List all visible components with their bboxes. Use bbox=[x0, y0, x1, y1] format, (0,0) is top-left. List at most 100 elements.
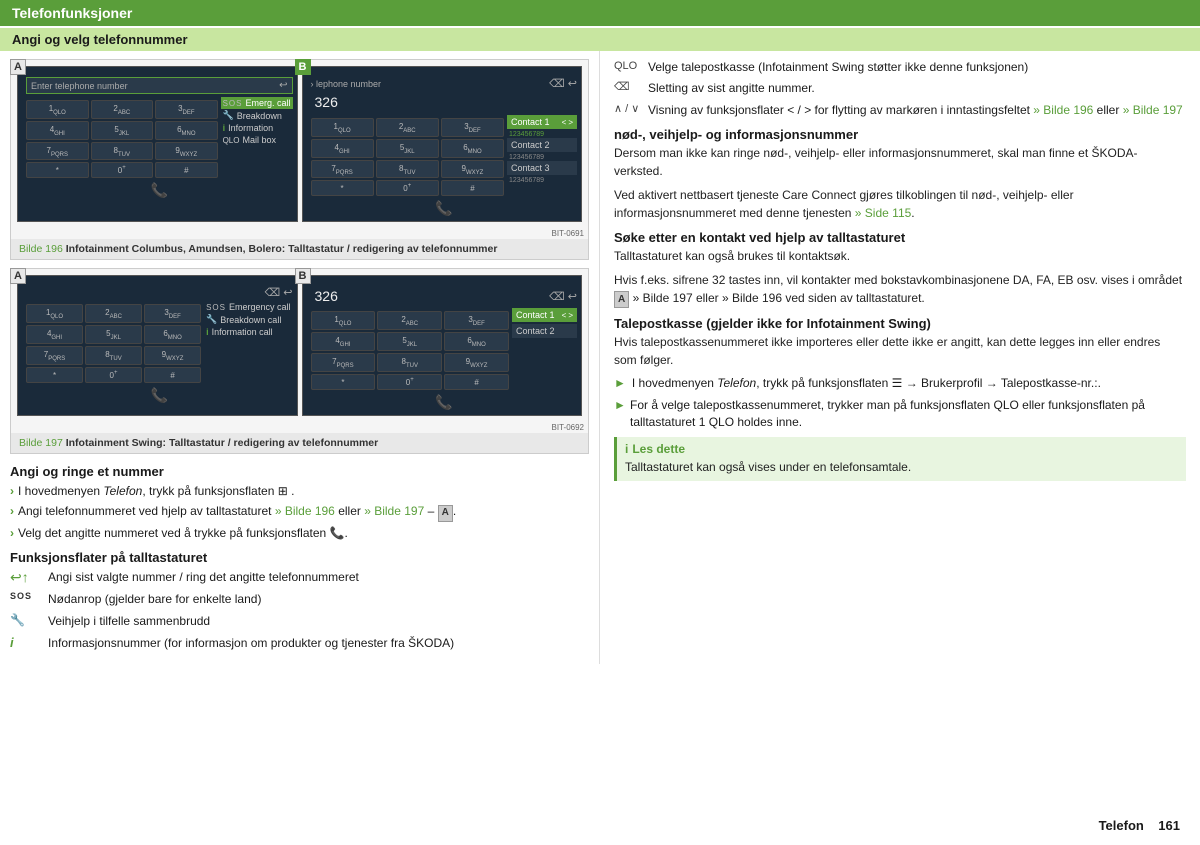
contact-1-197[interactable]: Contact 1 < > bbox=[512, 308, 577, 322]
func-item-call: ↩↑ Angi sist valgte nummer / ring det an… bbox=[10, 569, 589, 586]
sos-icon-197: SOS bbox=[206, 303, 226, 312]
menu-breakdown[interactable]: 🔧 Breakdown bbox=[221, 109, 293, 122]
key-197-b-star[interactable]: * bbox=[311, 374, 376, 390]
key-b-4[interactable]: 4GHI bbox=[311, 139, 374, 158]
key-hash[interactable]: # bbox=[155, 162, 218, 178]
key-197-b-3[interactable]: 3DEF bbox=[444, 311, 509, 330]
key-197-a-1[interactable]: 1QLO bbox=[26, 304, 83, 323]
key-197-b-6[interactable]: 6MNO bbox=[444, 332, 509, 351]
key-197-b-7[interactable]: 7PQRS bbox=[311, 353, 376, 372]
link-197-arrow[interactable]: » Bilde 197 bbox=[1123, 103, 1183, 117]
caption-197-bold: Infotainment Swing: Talltastatur / redig… bbox=[66, 437, 379, 449]
link-196-arrow[interactable]: » Bilde 196 bbox=[1033, 103, 1093, 117]
delete-sym: ⌫ bbox=[614, 80, 642, 96]
contact-2[interactable]: Contact 2 bbox=[507, 138, 577, 152]
panel-b-197-label: B bbox=[295, 268, 311, 284]
key-197-b-0[interactable]: 0+ bbox=[377, 374, 442, 390]
key-b-3[interactable]: 3DEF bbox=[441, 118, 504, 137]
key-197-b-2[interactable]: 2ABC bbox=[377, 311, 442, 330]
key-b-2[interactable]: 2ABC bbox=[376, 118, 439, 137]
telefon-italic-2: Telefon bbox=[717, 376, 756, 390]
key-197-a-2[interactable]: 2ABC bbox=[85, 304, 142, 323]
voicemail-icon: QLO bbox=[223, 136, 240, 145]
key-197-b-4[interactable]: 4GHI bbox=[311, 332, 376, 351]
key-b-6[interactable]: 6MNO bbox=[441, 139, 504, 158]
key-197-a-8[interactable]: 8TUV bbox=[85, 346, 142, 365]
key-197-a-6[interactable]: 6MNO bbox=[144, 325, 201, 344]
key-5[interactable]: 5JKL bbox=[91, 121, 154, 140]
number-display-b: 326 bbox=[311, 92, 578, 112]
menu-mailbox[interactable]: QLO Mail box bbox=[221, 134, 293, 146]
call-button-a[interactable]: 📞 bbox=[151, 182, 168, 199]
info-icon: i bbox=[223, 123, 226, 133]
menu-emerg-197[interactable]: SOS Emergency call bbox=[204, 301, 292, 313]
func-text-sos: Nødanrop (gjelder bare for enkelte land) bbox=[48, 591, 261, 608]
delete-btn-b[interactable]: ⌫ ↩ bbox=[549, 77, 577, 90]
call-button-a-197[interactable]: 📞 bbox=[151, 387, 168, 404]
talepost-item-1: ► I hovedmenyen Telefon, trykk på funksj… bbox=[614, 375, 1186, 392]
key-b-0[interactable]: 0+ bbox=[376, 180, 439, 196]
key-197-a-7[interactable]: 7PQRS bbox=[26, 346, 83, 365]
link-196-2[interactable]: » Bilde 196 bbox=[275, 504, 335, 518]
key-197-a-3[interactable]: 3DEF bbox=[144, 304, 201, 323]
key-3[interactable]: 3DEF bbox=[155, 100, 218, 119]
input-bar-a[interactable]: Enter telephone number ↩ bbox=[26, 77, 293, 94]
key-197-a-star[interactable]: * bbox=[26, 367, 83, 383]
contact-2-197[interactable]: Contact 2 bbox=[512, 324, 577, 338]
prev-contact-197[interactable]: < bbox=[562, 311, 567, 320]
voicemail-sym: QLO bbox=[614, 59, 642, 75]
key-0[interactable]: 0+ bbox=[91, 162, 154, 178]
del-a-197[interactable]: ⌫ ↩ bbox=[265, 286, 293, 299]
panel-a-197: A ⌫ ↩ 1QLO 2ABC 3DEF 4GHI 5JKL 6MNO 7PQR… bbox=[17, 275, 298, 415]
arrow-sym: ∧ / ∨ bbox=[614, 102, 642, 118]
key-b-star[interactable]: * bbox=[311, 180, 374, 196]
key-b-1[interactable]: 1QLO bbox=[311, 118, 374, 137]
nod-body-1: Dersom man ikke kan ringe nød-, veihjelp… bbox=[614, 144, 1186, 180]
link-side-115[interactable]: » Side 115 bbox=[855, 206, 912, 220]
key-197-a-5[interactable]: 5JKL bbox=[85, 325, 142, 344]
key-6[interactable]: 6MNO bbox=[155, 121, 218, 140]
key-b-9[interactable]: 9WXYZ bbox=[441, 160, 504, 179]
contact-1[interactable]: Contact 1 < > bbox=[507, 115, 577, 129]
key-197-a-9[interactable]: 9WXYZ bbox=[144, 346, 201, 365]
key-b-5[interactable]: 5JKL bbox=[376, 139, 439, 158]
menu-breakdown-197-label: Breakdown call bbox=[220, 315, 281, 325]
key-197-b-8[interactable]: 8TUV bbox=[377, 353, 442, 372]
key-8[interactable]: 8TUV bbox=[91, 142, 154, 161]
menu-breakdown-197[interactable]: 🔧 Breakdown call bbox=[204, 313, 292, 326]
prev-contact[interactable]: < bbox=[562, 118, 567, 127]
next-contact-197[interactable]: > bbox=[568, 311, 573, 320]
contact-list-b: Contact 1 < > 123456789 Contact 2 123456… bbox=[507, 115, 577, 196]
key-197-a-0[interactable]: 0+ bbox=[85, 367, 142, 383]
key-197-a-4[interactable]: 4GHI bbox=[26, 325, 83, 344]
next-contact[interactable]: > bbox=[568, 118, 573, 127]
func-text-call: Angi sist valgte nummer / ring det angit… bbox=[48, 569, 359, 586]
key-b-7[interactable]: 7PQRS bbox=[311, 160, 374, 179]
key-197-b-9[interactable]: 9WXYZ bbox=[444, 353, 509, 372]
key-1[interactable]: 1QLO bbox=[26, 100, 89, 119]
arrow-desc: Visning av funksjonsflater < / > for fly… bbox=[648, 102, 1183, 119]
key-4[interactable]: 4GHI bbox=[26, 121, 89, 140]
key-7[interactable]: 7PQRS bbox=[26, 142, 89, 161]
call-button-b[interactable]: 📞 bbox=[435, 200, 452, 217]
menu-emerg-call[interactable]: SOS Emerg. call bbox=[221, 97, 293, 109]
key-b-8[interactable]: 8TUV bbox=[376, 160, 439, 179]
key-9[interactable]: 9WXYZ bbox=[155, 142, 218, 161]
key-b-hash[interactable]: # bbox=[441, 180, 504, 196]
key-2[interactable]: 2ABC bbox=[91, 100, 154, 119]
key-197-b-1[interactable]: 1QLO bbox=[311, 311, 376, 330]
contact-3[interactable]: Contact 3 bbox=[507, 161, 577, 175]
angi-item-1: › I hovedmenyen Telefon, trykk på funksj… bbox=[10, 483, 589, 500]
menu-info-197[interactable]: i Information call bbox=[204, 326, 292, 338]
key-197-a-hash[interactable]: # bbox=[144, 367, 201, 383]
func-text-info: Informasjonsnummer (for informasjon om p… bbox=[48, 635, 454, 652]
menu-information[interactable]: i Information bbox=[221, 122, 293, 134]
delete-btn-b-197[interactable]: ⌫ ↩ bbox=[549, 290, 577, 303]
soke-body-2-mid: » Bilde 197 eller » Bilde 196 ved siden … bbox=[629, 291, 925, 305]
key-197-b-hash[interactable]: # bbox=[444, 374, 509, 390]
call-button-b-197[interactable]: 📞 bbox=[435, 394, 452, 411]
box-a-soke: A bbox=[614, 291, 629, 308]
key-star[interactable]: * bbox=[26, 162, 89, 178]
link-197-2[interactable]: » Bilde 197 bbox=[364, 504, 424, 518]
key-197-b-5[interactable]: 5JKL bbox=[377, 332, 442, 351]
